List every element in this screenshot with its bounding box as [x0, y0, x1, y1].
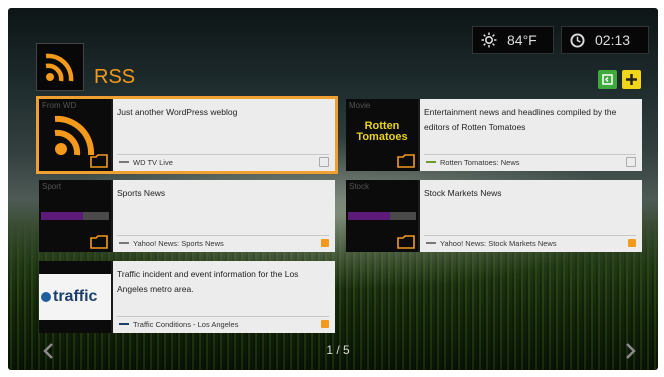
- clock-icon: [570, 32, 585, 48]
- folder-icon: [397, 235, 415, 249]
- temperature: 84°F: [507, 32, 537, 48]
- chevron-right-icon: [626, 343, 636, 359]
- feed-category: Stock: [349, 182, 370, 191]
- feed-source-row: Traffic Conditions - Los Angeles: [117, 316, 329, 330]
- feed-card[interactable]: From WD Just another WordPress weblog WD…: [39, 99, 335, 171]
- traffic-logo-text: traffic: [53, 288, 98, 305]
- globe-icon: [41, 292, 51, 302]
- weather-widget: 84°F: [472, 26, 554, 54]
- feed-thumbnail: Movie Rotten Tomatoes: [346, 99, 418, 171]
- feed-thumbnail: traffic: [39, 261, 111, 333]
- thumb-top-bar: [39, 261, 111, 274]
- feed-info: Just another WordPress weblog WD TV Live: [113, 99, 335, 171]
- pin-icon[interactable]: [628, 239, 636, 247]
- feed-source: Traffic Conditions - Los Angeles: [133, 319, 239, 329]
- feed-thumbnail: Stock: [346, 180, 418, 252]
- page-title: RSS: [94, 66, 136, 88]
- feed-info: Entertainment news and headlines compile…: [420, 99, 642, 171]
- feed-category: Movie: [349, 101, 371, 110]
- clock-widget: 02:13: [561, 26, 649, 54]
- feed-source: Yahoo! News: Stock Markets News: [440, 238, 557, 248]
- feed-info: Sports News Yahoo! News: Sports News: [113, 180, 335, 252]
- source-icon: [119, 242, 129, 244]
- feed-description: Entertainment news and headlines compile…: [424, 107, 617, 132]
- source-icon: [426, 161, 436, 163]
- feed-description: Stock Markets News: [424, 188, 502, 198]
- feed-source-row: Yahoo! News: Sports News: [117, 235, 329, 249]
- feed-category: Sport: [42, 182, 62, 191]
- thumb-bottom-bar: [39, 320, 111, 333]
- folder-icon: [90, 154, 108, 168]
- feed-info: Stock Markets News Yahoo! News: Stock Ma…: [420, 180, 642, 252]
- feed-source-row: Rotten Tomatoes: News: [424, 154, 636, 168]
- feed-info: Traffic incident and event information f…: [113, 261, 335, 333]
- feed-source: WD TV Live: [133, 157, 173, 167]
- page-indicator: 1 / 5: [326, 343, 350, 357]
- feed-thumbnail: Sport: [39, 180, 111, 252]
- add-icon: [626, 74, 637, 85]
- time: 02:13: [595, 32, 631, 48]
- source-icon: [426, 242, 436, 244]
- source-icon: [119, 323, 129, 325]
- feed-description: Sports News: [117, 188, 166, 198]
- pin-icon[interactable]: [321, 239, 329, 247]
- rss-icon: [45, 53, 74, 82]
- feed-source: Rotten Tomatoes: News: [440, 157, 520, 167]
- feed-description: Just another WordPress weblog: [117, 107, 238, 117]
- feed-card[interactable]: Movie Rotten Tomatoes Entertainment news…: [346, 99, 642, 171]
- back-icon: [602, 74, 613, 85]
- pin-icon[interactable]: [321, 320, 329, 328]
- next-page-button[interactable]: [625, 340, 637, 366]
- folder-icon: [397, 154, 415, 168]
- folder-icon: [90, 235, 108, 249]
- feed-source-row: Yahoo! News: Stock Markets News: [424, 235, 636, 249]
- feed-card[interactable]: Sport Sports News Yahoo! News: Sports Ne…: [39, 180, 335, 252]
- yahoo-logo: [41, 212, 109, 220]
- rss-app-icon: [36, 43, 84, 91]
- traffic-logo: traffic: [41, 288, 97, 306]
- feed-thumbnail: From WD: [39, 99, 111, 171]
- media-player-screen: 84°F 02:13 RSS From WD Just another Word…: [8, 8, 658, 370]
- previous-page-button[interactable]: [42, 340, 54, 366]
- feed-card[interactable]: traffic Traffic incident and event infor…: [39, 261, 335, 333]
- add-feed-button[interactable]: [622, 70, 641, 89]
- yahoo-logo: [348, 212, 416, 220]
- chevron-left-icon: [43, 343, 53, 359]
- feed-description: Traffic incident and event information f…: [117, 269, 299, 294]
- rotten-tomatoes-logo: Rotten Tomatoes: [356, 120, 408, 143]
- feed-card[interactable]: Stock Stock Markets News Yahoo! News: St…: [346, 180, 642, 252]
- source-icon: [119, 161, 129, 163]
- feed-source-row: WD TV Live: [117, 154, 329, 168]
- back-button[interactable]: [598, 70, 617, 89]
- unpinned-icon: [319, 157, 329, 167]
- feed-category: From WD: [42, 101, 77, 110]
- sun-icon: [481, 32, 497, 48]
- unpinned-icon: [626, 157, 636, 167]
- feed-source: Yahoo! News: Sports News: [133, 238, 224, 248]
